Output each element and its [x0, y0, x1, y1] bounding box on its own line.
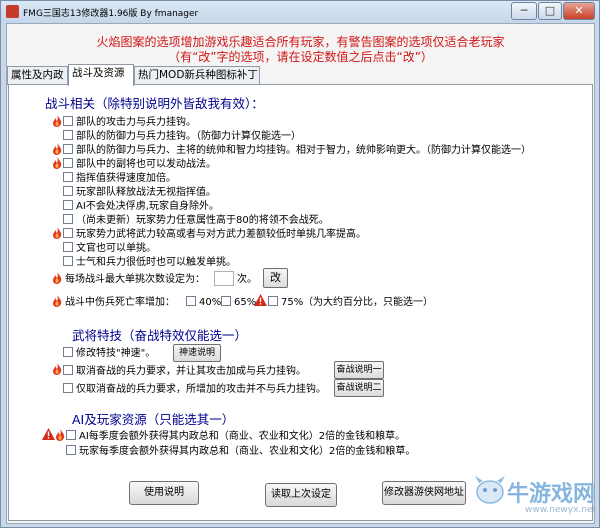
option-fenzhan-1[interactable]: 取消奋战的兵力要求，并让其攻击加成与兵力挂钩。	[63, 365, 306, 378]
fire-icon	[56, 429, 65, 441]
checkbox[interactable]	[221, 296, 231, 306]
duel-count-label: 每场战斗最大单挑次数设定为：	[65, 274, 205, 285]
option-no-death[interactable]: （尚未更新）玩家势力任意属性高于80的将领不会战死。	[63, 214, 329, 227]
skill-heading: 武将特技（奋战特效仅能选一）	[72, 328, 248, 343]
option-defense-stats[interactable]: 部队的防御力与兵力、主将的统帅和智力均挂钩。相对于智力，统帅影响更大。（防御力计…	[63, 144, 531, 157]
website-button[interactable]: 修改器游侠网地址	[382, 481, 466, 505]
option-label: 65%	[234, 297, 257, 308]
option-label: 士气和兵力很低时也可以触发单挑。	[76, 257, 236, 268]
option-label: 指挥值获得速度加倍。	[76, 173, 176, 184]
minimize-button[interactable]: ─	[511, 2, 537, 20]
option-label: 部队的攻击力与兵力挂钩。	[76, 117, 196, 128]
option-ai-resources[interactable]: AI每季度会额外获得其内政总和（商业、农业和文化）2倍的金钱和粮草。	[66, 430, 405, 443]
tab-mod-patch[interactable]: 热门MOD新兵种图标补丁	[134, 66, 260, 85]
option-label: 玩家每季度会额外获得其内政总和（商业、农业和文化）2倍的金钱和粮草。	[79, 446, 416, 457]
option-label: 玩家部队释放战法无视指挥值。	[76, 187, 216, 198]
checkbox[interactable]	[63, 130, 73, 140]
option-label: 部队的防御力与兵力、主将的统帅和智力均挂钩。相对于智力，统帅影响更大。（防御力计…	[76, 145, 531, 156]
option-label: 文官也可以单挑。	[76, 243, 156, 254]
option-shensu[interactable]: 修改特技"神速"。	[63, 347, 155, 360]
option-label: （尚未更新）玩家势力任意属性高于80的将领不会战死。	[76, 215, 329, 226]
option-label: 部队的防御力与兵力挂钩。（防御力计算仅能选一）	[76, 131, 301, 142]
option-label: 40%	[199, 297, 222, 308]
fire-icon	[53, 272, 62, 284]
option-defense-troops[interactable]: 部队的防御力与兵力挂钩。（防御力计算仅能选一）	[63, 130, 301, 143]
shensu-help-button[interactable]: 神速说明	[173, 344, 221, 362]
battle-heading: 战斗相关（除特别说明外皆敌我有效）：	[45, 96, 264, 111]
ai-heading: AI及玩家资源（只能选其一）	[72, 412, 235, 427]
option-label: 修改特技"神速"。	[76, 348, 156, 359]
checkbox[interactable]	[63, 256, 73, 266]
option-label: 部队中的副将也可以发动战法。	[76, 159, 216, 170]
watermark-logo-icon	[475, 476, 505, 504]
fire-icon	[53, 143, 62, 155]
option-label: 75%	[281, 297, 304, 308]
fire-icon	[53, 115, 62, 127]
app-icon	[6, 5, 19, 18]
help-button[interactable]: 使用说明	[129, 481, 199, 505]
client-area: 火焰图案的选项增加游戏乐趣适合所有玩家，有警告图案的选项仅适合老玩家 （有“改”…	[6, 23, 597, 524]
checkbox[interactable]	[63, 242, 73, 252]
warning-line-2: （有“改”字的选项，请在设定数值之后点击“改”）	[168, 50, 433, 64]
option-fenzhan-2[interactable]: 仅取消奋战的兵力要求，所增加的攻击并不与兵力挂钩。	[63, 383, 326, 396]
duel-count-apply-button[interactable]: 改	[263, 268, 288, 288]
close-button[interactable]: ✕	[563, 2, 595, 20]
checkbox[interactable]	[63, 186, 73, 196]
fire-icon	[53, 227, 62, 239]
checkbox[interactable]	[63, 158, 73, 168]
option-label: 取消奋战的兵力要求，并让其攻击加成与兵力挂钩。	[76, 366, 306, 377]
duel-count-unit: 次。	[237, 274, 257, 285]
checkbox[interactable]	[63, 172, 73, 182]
checkbox[interactable]	[63, 116, 73, 126]
option-label: AI每季度会额外获得其内政总和（商业、农业和文化）2倍的金钱和粮草。	[79, 431, 406, 442]
load-settings-button[interactable]: 读取上次设定	[265, 483, 337, 507]
option-label: 玩家势力武将武力较高或者与对方武力差额较低时单挑几率提高。	[76, 229, 366, 240]
option-command-speed[interactable]: 指挥值获得速度加倍。	[63, 172, 176, 185]
tab-battle-resources[interactable]: 战斗及资源	[68, 64, 134, 86]
option-attack-troops[interactable]: 部队的攻击力与兵力挂钩。	[63, 116, 196, 129]
watermark-text: 牛游戏网	[507, 482, 596, 507]
battle-panel: 战斗相关（除特别说明外皆敌我有效）： 部队的攻击力与兵力挂钩。 部队的防御力与兵…	[8, 84, 597, 521]
fire-icon	[53, 295, 62, 307]
fire-icon	[53, 363, 62, 375]
checkbox[interactable]	[186, 296, 196, 306]
fire-icon	[53, 157, 62, 169]
fenzhan-help-1-button[interactable]: 奋战说明一	[334, 361, 384, 379]
checkbox[interactable]	[268, 296, 278, 306]
checkbox[interactable]	[63, 365, 73, 375]
checkbox[interactable]	[63, 383, 73, 393]
warning-icon	[254, 294, 267, 306]
option-label: AI不会处决俘虏,玩家自身除外。	[76, 201, 219, 212]
duel-count-input[interactable]	[214, 271, 234, 286]
tab-attributes[interactable]: 属性及内政	[7, 66, 68, 85]
checkbox[interactable]	[63, 214, 73, 224]
checkbox[interactable]	[63, 200, 73, 210]
app-window: FMG三国志13修改器1.96版 By fmanager ─ □ ✕ 火焰图案的…	[0, 0, 600, 528]
death-rate-40[interactable]: 40%	[186, 296, 221, 309]
checkbox[interactable]	[63, 228, 73, 238]
option-ignore-command[interactable]: 玩家部队释放战法无视指挥值。	[63, 186, 216, 199]
death-rate-label: 战斗中伤兵死亡率增加：	[65, 297, 175, 308]
maximize-button[interactable]: □	[538, 2, 562, 20]
watermark-url: www.newyx.net	[525, 505, 597, 515]
option-label: 仅取消奋战的兵力要求，所增加的攻击并不与兵力挂钩。	[76, 384, 326, 395]
checkbox[interactable]	[66, 430, 76, 440]
option-deputy-tactics[interactable]: 部队中的副将也可以发动战法。	[63, 158, 216, 171]
option-low-morale-duel[interactable]: 士气和兵力很低时也可以触发单挑。	[63, 256, 236, 269]
checkbox[interactable]	[63, 347, 73, 357]
fenzhan-help-2-button[interactable]: 奋战说明二	[334, 379, 384, 397]
window-title: FMG三国志13修改器1.96版 By fmanager	[23, 9, 199, 19]
death-rate-75[interactable]: 75%	[268, 296, 303, 309]
option-player-resources[interactable]: 玩家每季度会额外获得其内政总和（商业、农业和文化）2倍的金钱和粮草。	[66, 445, 415, 458]
checkbox[interactable]	[66, 445, 76, 455]
option-duel-rate[interactable]: 玩家势力武将武力较高或者与对方武力差额较低时单挑几率提高。	[63, 228, 366, 241]
warning-icon	[42, 428, 55, 440]
death-rate-65[interactable]: 65%	[221, 296, 256, 309]
death-rate-note: （为大约百分比，只能选一）	[303, 297, 433, 308]
title-bar: FMG三国志13修改器1.96版 By fmanager ─ □ ✕	[1, 1, 599, 23]
option-civil-duel[interactable]: 文官也可以单挑。	[63, 242, 156, 255]
option-no-execution[interactable]: AI不会处决俘虏,玩家自身除外。	[63, 200, 219, 213]
checkbox[interactable]	[63, 144, 73, 154]
